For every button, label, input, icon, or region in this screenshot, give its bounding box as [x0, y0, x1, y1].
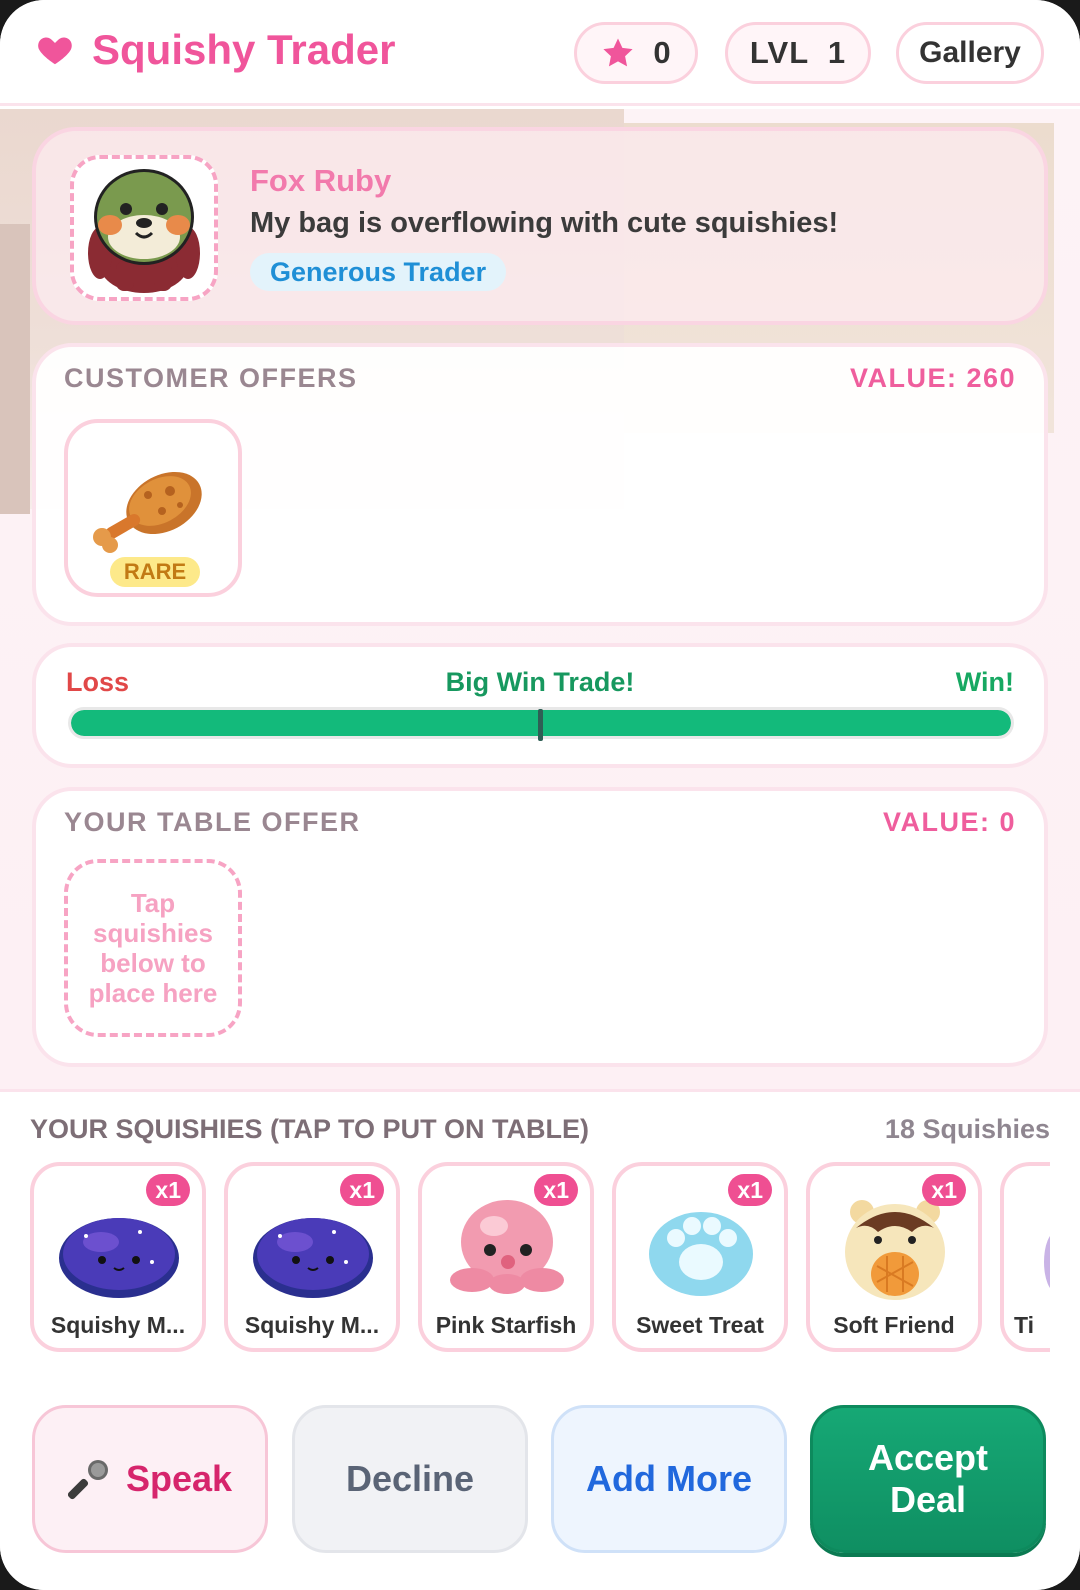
decline-label: Decline	[345, 1458, 475, 1499]
galaxy-blob-icon	[59, 1218, 179, 1298]
pink-octopus-icon	[450, 1200, 564, 1294]
inventory-item[interactable]: x1 Sweet Treat	[612, 1162, 788, 1352]
table-offer-title: YOUR TABLE OFFER	[64, 807, 361, 837]
inventory-item[interactable]: x1 Soft Friend	[806, 1162, 982, 1352]
item-name: Sweet Treat	[636, 1312, 764, 1338]
meter-win-label: Win!	[955, 667, 1014, 697]
shelf-side	[0, 224, 30, 514]
inventory-strip[interactable]: x1 Squishy M... x1 Squishy M... x1 Pink …	[30, 1162, 1050, 1354]
microphone-icon	[67, 1460, 108, 1500]
bear-icon	[845, 1200, 945, 1300]
quantity-badge: x1	[534, 1174, 578, 1206]
quantity-badge: x1	[922, 1174, 966, 1206]
meter-status-label: Big Win Trade!	[445, 667, 635, 697]
table-offer-panel: YOUR TABLE OFFER VALUE: 0 Tap squishies …	[32, 787, 1048, 1067]
paw-icon	[649, 1212, 753, 1296]
trader-name: Fox Ruby	[250, 163, 392, 198]
trader-message: My bag is overflowing with cute squishie…	[250, 207, 839, 239]
star-icon	[603, 38, 633, 67]
customer-offers-title: CUSTOMER OFFERS	[64, 363, 358, 393]
action-bar: Speak Decline Add More Accept Deal	[0, 1369, 1080, 1590]
top-bar: Squishy Trader 0 LVL 1 Gallery	[0, 0, 1080, 106]
table-drop-zone[interactable]: Tap squishies below to place here	[64, 859, 242, 1037]
item-name: Squishy M...	[244, 1312, 380, 1338]
customer-offers-panel: CUSTOMER OFFERS VALUE: 260 RARE	[32, 343, 1048, 626]
level-badge: LVL 1	[725, 22, 871, 84]
quantity-badge: x1	[146, 1174, 190, 1206]
gallery-button[interactable]: Gallery	[896, 22, 1044, 84]
accept-deal-label: Accept Deal	[867, 1437, 989, 1520]
app-window: Squishy Trader 0 LVL 1 Gallery Fox Ruby …	[0, 0, 1080, 1590]
accept-deal-button[interactable]: Accept Deal	[810, 1405, 1046, 1553]
fried-chicken-leg-icon	[93, 471, 202, 553]
inventory-count: 18 Squishies	[884, 1114, 1050, 1144]
item-name: Pink Starfish	[435, 1312, 577, 1338]
stars-value: 0	[653, 35, 671, 70]
trader-trait-badge: Generous Trader	[250, 253, 507, 291]
decline-button[interactable]: Decline	[292, 1405, 528, 1553]
trader-card: Fox Ruby My bag is overflowing with cute…	[32, 127, 1048, 325]
heart-icon	[38, 37, 72, 65]
quantity-badge: x1	[728, 1174, 772, 1206]
gallery-label: Gallery	[919, 36, 1021, 69]
item-name: Soft Friend	[833, 1312, 955, 1338]
item-name: Squishy M...	[50, 1312, 186, 1338]
offer-item-card[interactable]: RARE	[64, 419, 242, 597]
inventory-item[interactable]: Ti	[1000, 1162, 1050, 1352]
speak-button[interactable]: Speak	[32, 1405, 268, 1553]
app-title: Squishy Trader	[92, 26, 396, 73]
stars-counter: 0	[574, 22, 698, 84]
meter-center-marker	[538, 709, 543, 741]
inventory-item[interactable]: x1 Pink Starfish	[418, 1162, 594, 1352]
table-offer-value: VALUE: 0	[882, 807, 1016, 837]
partial-item-icon	[1044, 1236, 1050, 1288]
inventory-panel: YOUR SQUISHIES (TAP TO PUT ON TABLE) 18 …	[0, 1089, 1080, 1369]
bird-character-icon	[88, 169, 200, 293]
add-more-label: Add More	[586, 1458, 752, 1499]
rarity-badge: RARE	[110, 557, 200, 587]
item-name: Ti	[1014, 1312, 1035, 1338]
app-logo: Squishy Trader	[36, 26, 395, 74]
level-value: LVL 1	[749, 35, 847, 70]
galaxy-blob-icon	[253, 1218, 373, 1298]
inventory-item[interactable]: x1 Squishy M...	[30, 1162, 206, 1352]
customer-offers-value: VALUE: 260	[849, 363, 1016, 393]
quantity-badge: x1	[340, 1174, 384, 1206]
inventory-title: YOUR SQUISHIES (TAP TO PUT ON TABLE)	[30, 1114, 590, 1144]
trade-balance-meter: Loss Big Win Trade! Win!	[32, 643, 1048, 768]
add-more-button[interactable]: Add More	[551, 1405, 787, 1553]
trader-avatar	[70, 155, 218, 301]
speak-label: Speak	[125, 1458, 233, 1499]
inventory-item[interactable]: x1 Squishy M...	[224, 1162, 400, 1352]
